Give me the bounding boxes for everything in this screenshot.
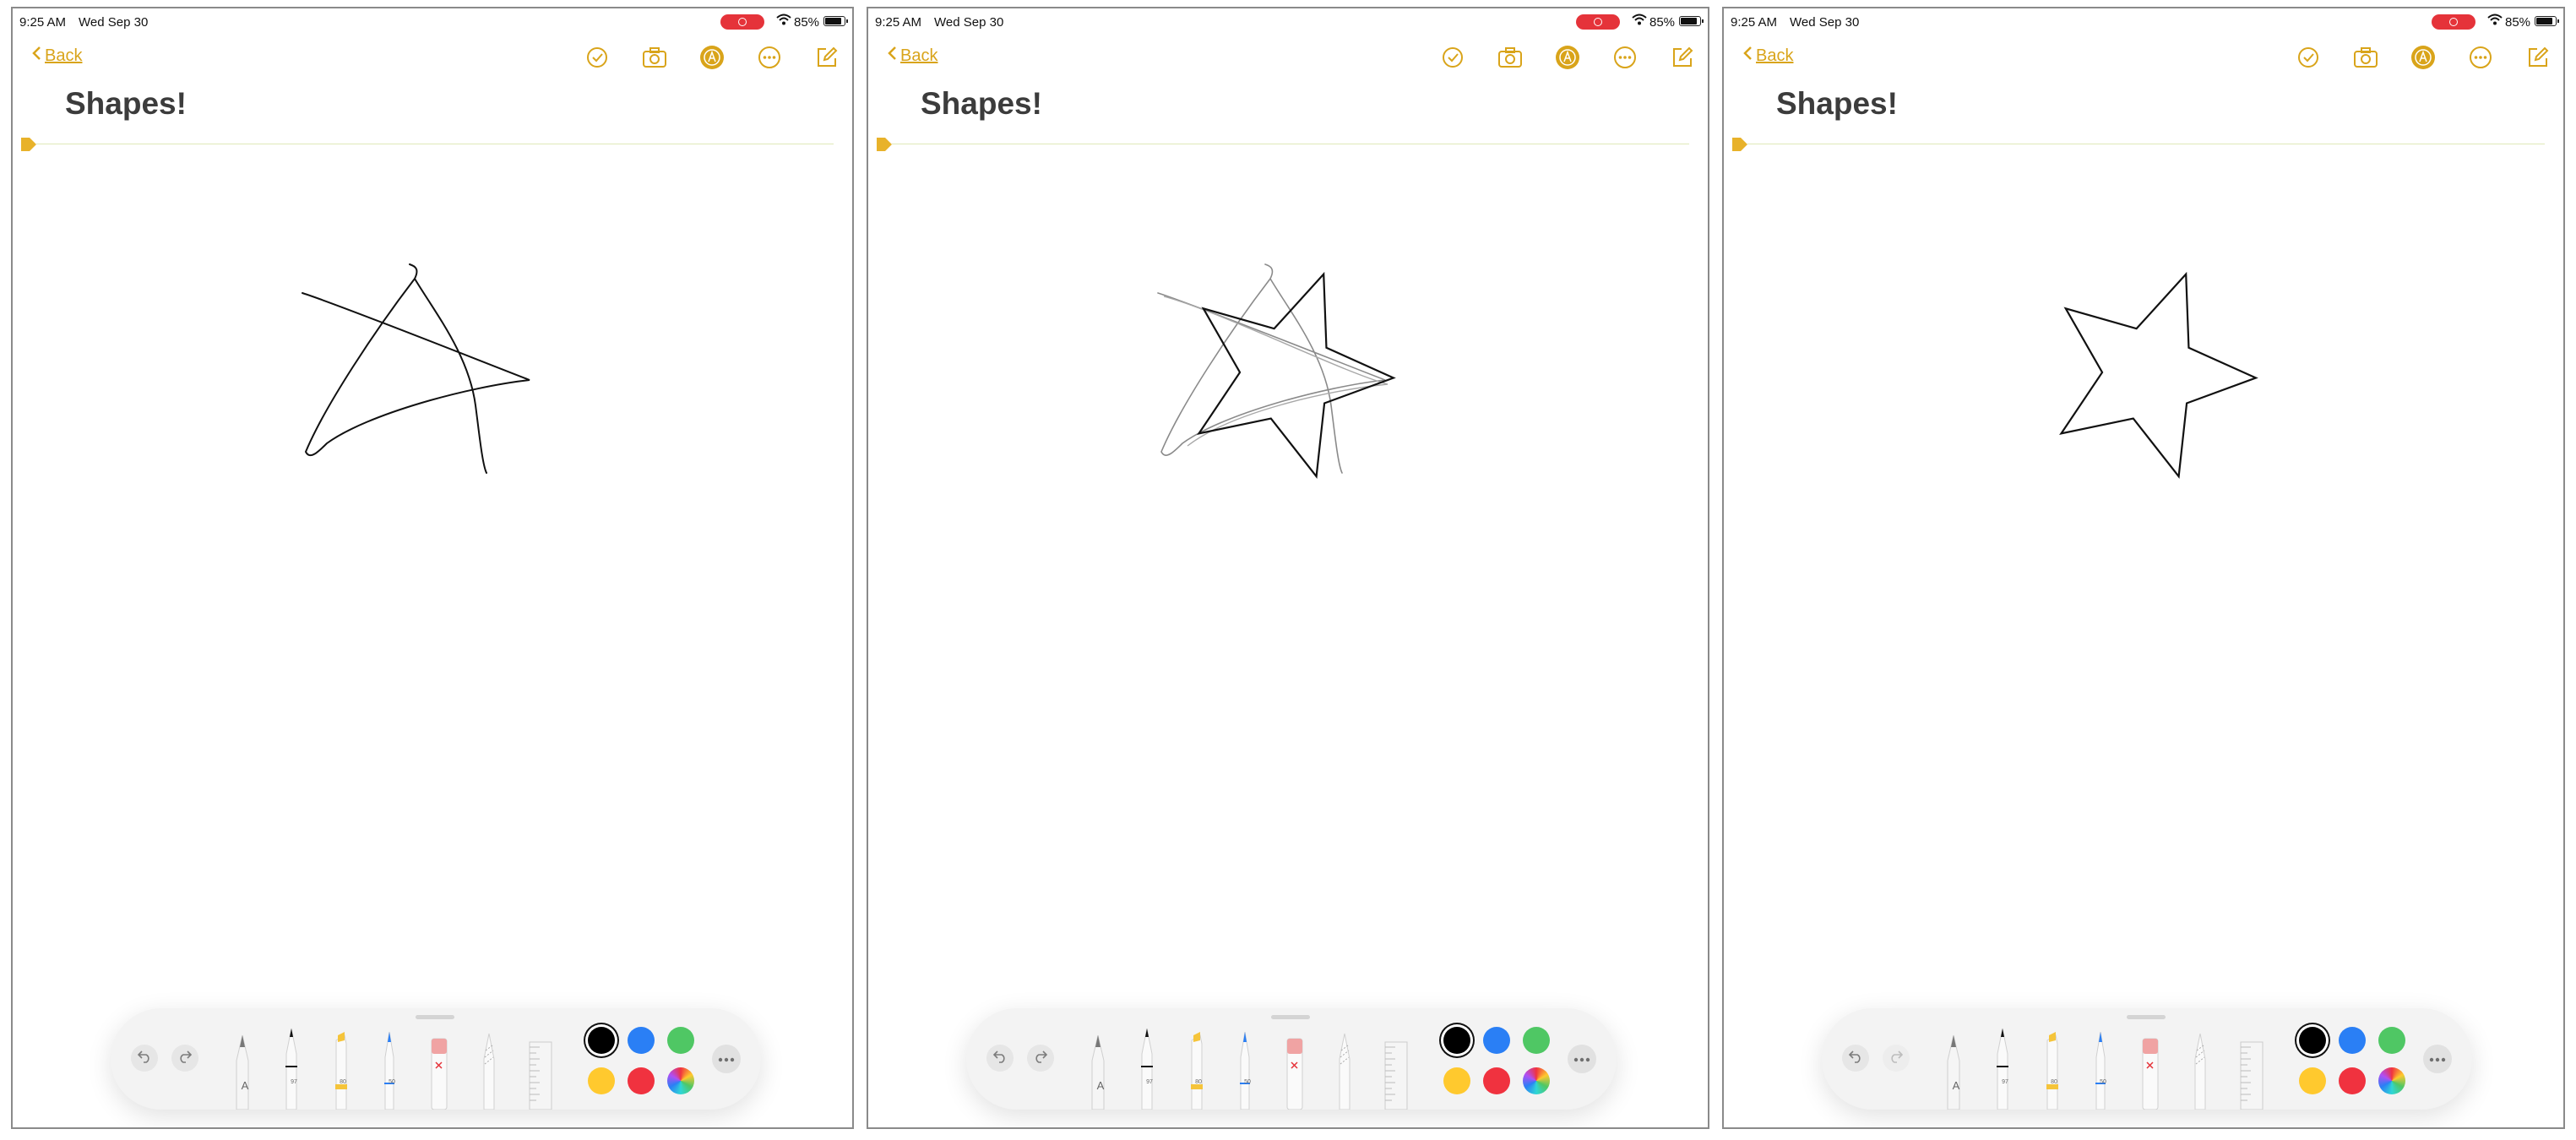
marker-tool[interactable]: 97 [1991,1025,2019,1114]
pen-tool[interactable]: A [1942,1025,1970,1114]
highlighter-tool[interactable]: 80 [2040,1025,2068,1114]
redo-icon [178,1050,193,1067]
notes-screen-overlay-star: 9:25 AM Wed Sep 30 85% Back Shapes! A 97 8… [867,7,1709,1129]
drawing-canvas[interactable] [868,8,1709,1022]
tool-label: A [1096,1079,1105,1092]
color-swatch[interactable] [2299,1067,2326,1094]
undo-icon [992,1050,1007,1067]
notes-screen-clean-star: 9:25 AM Wed Sep 30 85% Back Shapes! A 97 8… [1722,7,2565,1129]
color-swatch[interactable] [2299,1027,2326,1054]
undo-button[interactable] [986,1045,1014,1072]
drawing-tool-palette: A 97 80 50 [111,1008,761,1110]
recognized-star-shape[interactable] [1197,271,1396,479]
color-swatch[interactable] [588,1067,615,1094]
tool-label: 80 [340,1079,346,1085]
color-swatch[interactable] [588,1027,615,1054]
palette-more-button[interactable] [1568,1045,1596,1073]
notes-screen-freehand-star: 9:25 AM Wed Sep 30 85% Back Shapes! A 97 8… [11,7,854,1129]
tool-label: 50 [2100,1079,2106,1085]
pen-tool[interactable]: A [231,1025,259,1114]
palette-more-button[interactable] [2423,1045,2452,1073]
tool-label: 97 [2002,1079,2008,1085]
color-swatch[interactable] [667,1027,694,1054]
lasso-tool[interactable] [1333,1025,1361,1114]
undo-button[interactable] [1842,1045,1869,1072]
pencil-tool[interactable]: 50 [378,1025,406,1114]
redo-button[interactable] [1027,1045,1054,1072]
ruler-tool[interactable] [1382,1025,1410,1114]
color-wheel-button[interactable] [2378,1067,2405,1094]
eraser-tool[interactable] [427,1025,455,1114]
tool-label: 50 [389,1079,395,1085]
color-wheel-button[interactable] [1523,1067,1550,1094]
recognized-star-shape[interactable] [2059,271,2258,479]
tool-label: A [1952,1079,1960,1092]
drawing-tool-palette: A 97 80 50 [966,1008,1617,1110]
drawing-tool-palette: A 97 80 50 [1822,1008,2472,1110]
tool-label: 50 [1244,1079,1251,1085]
color-swatch[interactable] [1483,1067,1510,1094]
color-swatch[interactable] [2378,1027,2405,1054]
palette-grabber[interactable] [2127,1015,2166,1019]
highlighter-tool[interactable]: 80 [329,1025,357,1114]
color-swatch[interactable] [628,1027,655,1054]
lasso-tool[interactable] [477,1025,506,1114]
color-swatch[interactable] [1523,1027,1550,1054]
pencil-tool[interactable]: 50 [2089,1025,2117,1114]
freehand-star-ghost[interactable] [1157,263,1386,474]
marker-tool[interactable]: 97 [280,1025,308,1114]
color-swatch[interactable] [2339,1067,2366,1094]
tool-label: A [241,1079,249,1092]
drawing-canvas[interactable] [13,8,854,1022]
redo-icon [1889,1050,1904,1067]
redo-icon [1034,1050,1048,1067]
more-icon [1573,1051,1590,1067]
ruler-tool[interactable] [2237,1025,2266,1114]
lasso-tool[interactable] [2188,1025,2217,1114]
palette-grabber[interactable] [1271,1015,1310,1019]
more-icon [2429,1051,2446,1067]
undo-button[interactable] [131,1045,158,1072]
highlighter-tool[interactable]: 80 [1184,1025,1213,1114]
tool-label: 80 [1195,1079,1202,1085]
marker-tool[interactable]: 97 [1135,1025,1164,1114]
color-swatch[interactable] [2339,1027,2366,1054]
eraser-tool[interactable] [2138,1025,2166,1114]
eraser-tool[interactable] [1282,1025,1311,1114]
color-swatch[interactable] [1443,1027,1470,1054]
color-wheel-button[interactable] [667,1067,694,1094]
tool-label: 80 [2051,1079,2057,1085]
pen-tool[interactable]: A [1086,1025,1115,1114]
undo-icon [137,1050,151,1067]
redo-button[interactable] [171,1045,198,1072]
color-swatch[interactable] [1483,1027,1510,1054]
pencil-tool[interactable]: 50 [1233,1025,1262,1114]
undo-icon [1848,1050,1862,1067]
drawing-canvas[interactable] [1724,8,2565,1022]
freehand-star-stroke[interactable] [302,263,530,474]
more-icon [718,1051,735,1067]
ruler-tool[interactable] [526,1025,555,1114]
palette-grabber[interactable] [416,1015,454,1019]
color-swatch[interactable] [1443,1067,1470,1094]
tool-label: 97 [291,1079,297,1085]
redo-button[interactable] [1883,1045,1910,1072]
color-swatch[interactable] [628,1067,655,1094]
tool-label: 97 [1146,1079,1153,1085]
palette-more-button[interactable] [712,1045,741,1073]
